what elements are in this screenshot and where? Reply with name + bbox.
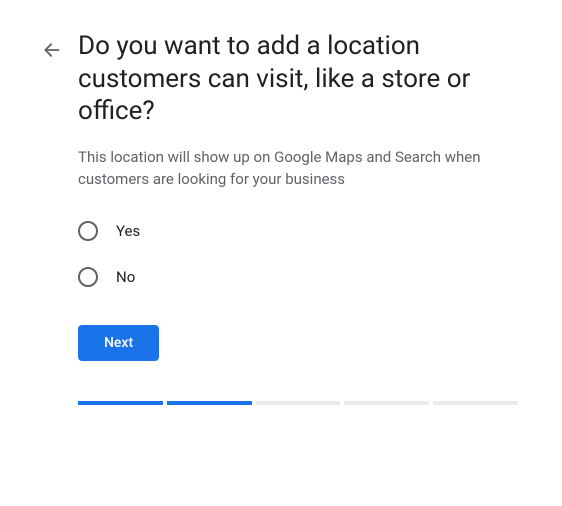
progress-segment — [78, 401, 163, 405]
back-button[interactable] — [40, 38, 64, 62]
radio-label-yes: Yes — [116, 222, 140, 240]
next-button[interactable]: Next — [78, 325, 159, 361]
progress-segment — [433, 401, 518, 405]
progress-segment — [344, 401, 429, 405]
progress-bar — [78, 401, 518, 405]
page-subtext: This location will show up on Google Map… — [78, 146, 518, 191]
main-content: Do you want to add a location customers … — [78, 30, 518, 405]
radio-label-no: No — [116, 268, 135, 286]
progress-segment — [167, 401, 252, 405]
radio-option-yes[interactable]: Yes — [78, 221, 518, 241]
radio-circle-icon — [78, 221, 98, 241]
arrow-left-icon — [42, 40, 62, 60]
radio-option-no[interactable]: No — [78, 267, 518, 287]
progress-segment — [256, 401, 341, 405]
radio-circle-icon — [78, 267, 98, 287]
page-heading: Do you want to add a location customers … — [78, 30, 518, 128]
radio-group: Yes No — [78, 221, 518, 287]
